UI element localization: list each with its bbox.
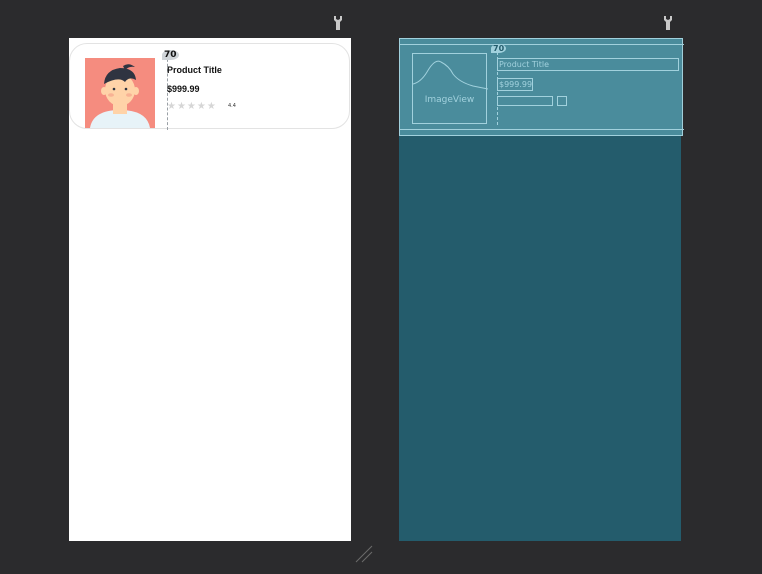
blueprint-price[interactable]: $999.99 [497,78,533,91]
avatar-illustration [85,58,155,128]
blueprint-rating-value[interactable] [557,96,567,106]
product-card[interactable]: 70 Product Title $999.99 ★★★★★ 4.4 [69,43,350,130]
blueprint-guide-line [400,44,684,45]
blueprint-guide-line [400,129,684,130]
product-image[interactable] [85,58,155,128]
blueprint-image-label: ImageView [424,95,475,105]
rating-value[interactable]: 4.4 [228,103,236,109]
product-title[interactable]: Product Title [167,65,222,75]
blueprint-image-preview [412,60,489,90]
blueprint-guideline-marker[interactable]: 70 [491,44,507,53]
rating-stars[interactable]: ★★★★★ [167,101,217,112]
blueprint-card[interactable]: ImageView 70 Product Title $999.99 [399,38,684,136]
blueprint-surface[interactable]: ImageView 70 Product Title $999.99 [399,38,684,541]
design-surface[interactable]: 70 Product Title $999.99 ★★★★★ 4.4 [69,38,351,541]
product-price[interactable]: $999.99 [167,84,200,94]
resize-handle-icon[interactable] [354,544,374,564]
wrench-icon[interactable] [662,15,674,31]
blueprint-imageview[interactable]: ImageView [412,53,489,124]
wrench-icon[interactable] [332,15,344,31]
guideline-marker[interactable]: 70 [162,50,179,60]
blueprint-rating-bar[interactable] [497,96,553,106]
blueprint-title[interactable]: Product Title [497,58,679,71]
